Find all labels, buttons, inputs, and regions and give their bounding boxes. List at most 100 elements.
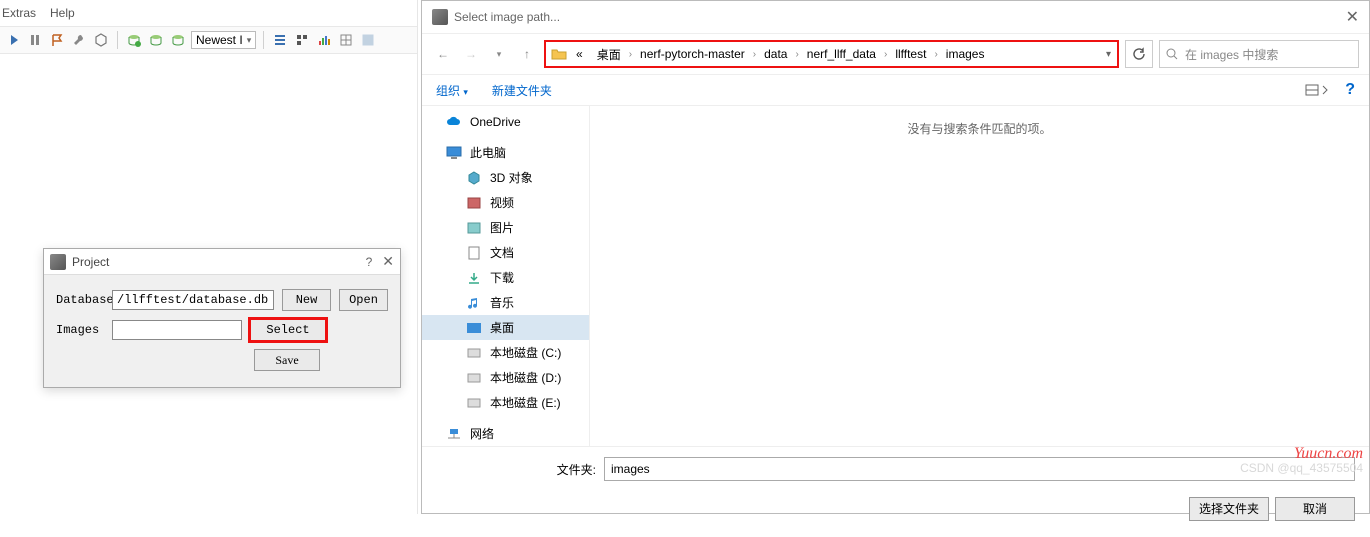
separator [263,31,264,49]
breadcrumb-bar[interactable]: « 桌面› nerf-pytorch-master› data› nerf_ll… [544,40,1119,68]
wrench-icon[interactable] [70,31,88,49]
chevron-right-icon: › [934,49,937,60]
project-title: Project [72,255,366,269]
desktop-icon [466,320,482,336]
tree-music[interactable]: 音乐 [422,290,589,315]
tree-onedrive[interactable]: OneDrive [422,110,589,134]
tree-label: 文档 [490,244,514,261]
save-button[interactable]: Save [254,349,320,371]
breadcrumb-item[interactable]: 桌面 [591,44,627,65]
search-icon [1166,48,1179,61]
db-add-icon[interactable] [125,31,143,49]
cube-icon[interactable] [92,31,110,49]
db-edit-icon[interactable] [169,31,187,49]
tree-3d-objects[interactable]: 3D 对象 [422,165,589,190]
network-icon [446,426,462,442]
recent-dropdown-icon[interactable]: ▾ [488,43,510,65]
tree-network[interactable]: 网络 [422,421,589,446]
project-titlebar: Project ? ✕ [44,249,400,275]
chevron-right-icon: › [884,49,887,60]
chevron-right-icon: › [629,49,632,60]
tree-videos[interactable]: 视频 [422,190,589,215]
qr-icon[interactable] [293,31,311,49]
help-icon[interactable]: ? [366,255,373,269]
breadcrumb-item[interactable]: nerf_llff_data [801,45,882,63]
select-folder-button[interactable]: 选择文件夹 [1189,497,1269,521]
view-mode-button[interactable] [1305,82,1331,98]
download-icon [466,270,482,286]
breadcrumb-item[interactable]: llfftest [889,45,932,63]
tree-disk-e[interactable]: 本地磁盘 (E:) [422,390,589,415]
images-label: Images [56,323,112,337]
main-toolbar: Newest I▾ [0,26,417,54]
disk-icon [466,370,482,386]
bars-icon[interactable] [315,31,333,49]
pause-icon[interactable] [26,31,44,49]
tree-label: 此电脑 [470,144,506,161]
list-icon[interactable] [271,31,289,49]
cloud-icon [446,114,462,130]
folder-input[interactable] [604,457,1355,481]
open-button[interactable]: Open [339,289,388,311]
breadcrumb-item[interactable]: images [940,45,991,63]
combo-text: Newest I [196,33,243,47]
tree-pictures[interactable]: 图片 [422,215,589,240]
close-icon[interactable]: ✕ [1346,7,1359,27]
close-icon[interactable]: ✕ [382,253,394,270]
breadcrumb-overflow[interactable]: « [570,45,589,63]
main-menu-bar: Extras Help [0,0,417,26]
db-down-icon[interactable] [147,31,165,49]
monitor-icon [446,145,462,161]
tree-label: 本地磁盘 (E:) [490,394,561,411]
back-icon[interactable]: ← [432,43,454,65]
tree-downloads[interactable]: 下载 [422,265,589,290]
tree-label: 下载 [490,269,514,286]
separator [117,31,118,49]
images-input[interactable] [112,320,242,340]
tree-disk-c[interactable]: 本地磁盘 (C:) [422,340,589,365]
cancel-button[interactable]: 取消 [1275,497,1355,521]
app-logo-icon [50,254,66,270]
tree-label: 图片 [490,219,514,236]
forward-icon[interactable]: → [460,43,482,65]
play-start-icon[interactable] [4,31,22,49]
app-logo-icon [432,9,448,25]
file-dialog-titlebar: Select image path... ✕ [422,1,1369,34]
organize-menu[interactable]: 组织 ▾ [436,82,468,99]
file-dialog-title: Select image path... [454,10,1346,24]
music-icon [466,295,482,311]
import-mode-combo[interactable]: Newest I▾ [191,31,256,49]
tree-disk-d[interactable]: 本地磁盘 (D:) [422,365,589,390]
project-dialog: Project ? ✕ Database New Open Images Sel… [43,248,401,388]
tree-label: 本地磁盘 (D:) [490,369,561,386]
tree-thispc[interactable]: 此电脑 [422,140,589,165]
cube-icon [466,170,482,186]
new-button[interactable]: New [282,289,331,311]
tree-documents[interactable]: 文档 [422,240,589,265]
new-folder-button[interactable]: 新建文件夹 [492,82,552,99]
tree-desktop[interactable]: 桌面 [422,315,589,340]
tree-label: 3D 对象 [490,169,533,186]
database-label: Database [56,293,112,307]
database-input[interactable] [112,290,274,310]
breadcrumb-item[interactable]: data [758,45,793,63]
tree-label: OneDrive [470,115,521,129]
tree-label: 音乐 [490,294,514,311]
toolbar: 组织 ▾ 新建文件夹 ? [422,74,1369,106]
search-input[interactable]: 在 images 中搜索 [1159,40,1359,68]
up-icon[interactable]: ↑ [516,43,538,65]
help-icon[interactable]: ? [1345,81,1355,99]
menu-extras[interactable]: Extras [2,6,36,20]
breadcrumb-item[interactable]: nerf-pytorch-master [634,45,751,63]
nav-tree[interactable]: OneDrive 此电脑 3D 对象 视频 图片 文档 下载 音乐 桌面 本地磁… [422,106,590,446]
select-button[interactable]: Select [250,319,326,341]
chevron-down-icon[interactable]: ▾ [1106,49,1111,60]
chevron-right-icon: › [795,49,798,60]
refresh-button[interactable] [1125,40,1153,68]
flag-icon[interactable] [48,31,66,49]
window-icon[interactable] [359,31,377,49]
film-icon [466,195,482,211]
menu-help[interactable]: Help [50,6,75,20]
disk-icon [466,345,482,361]
grid-icon[interactable] [337,31,355,49]
